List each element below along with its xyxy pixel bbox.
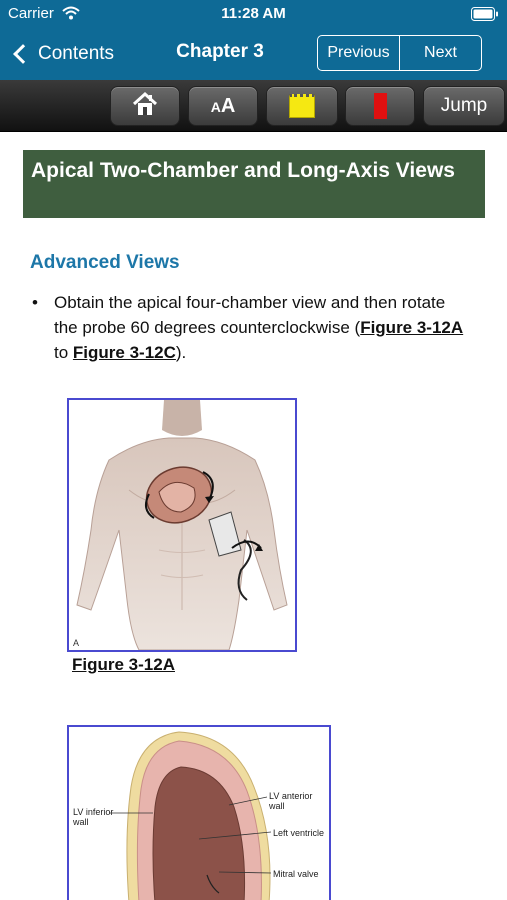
home-button[interactable] (110, 86, 180, 126)
figure-3-12c-link[interactable]: Figure 3-12C (73, 343, 176, 362)
back-button[interactable]: Contents (10, 38, 114, 70)
figure-3-12a-link[interactable]: Figure 3-12A (360, 318, 463, 337)
toolbar: AA Jump (0, 80, 507, 132)
yellow-note-icon (289, 94, 315, 118)
note-button[interactable] (266, 86, 338, 126)
bullet-text-mid: to (54, 343, 73, 362)
font-size-icon: AA (210, 94, 236, 117)
navigation-bar: Contents Chapter 3 Previous Next (0, 28, 507, 80)
figure-3-12a-caption[interactable]: Figure 3-12A (72, 655, 175, 675)
status-bar: Carrier 11:28 AM (0, 0, 507, 28)
figure-3-12a-image[interactable]: A (67, 398, 297, 652)
page-title: Chapter 3 (176, 41, 264, 62)
font-size-button[interactable]: AA (188, 86, 258, 126)
jump-button[interactable]: Jump (423, 86, 505, 126)
battery-icon (471, 7, 499, 25)
label-leader-lines (109, 796, 272, 874)
clock: 11:28 AM (221, 5, 286, 22)
back-label: Contents (38, 43, 115, 64)
home-icon (131, 90, 159, 123)
torso-illustration (76, 400, 288, 650)
section-title: Apical Two-Chamber and Long-Axis Views (23, 150, 485, 218)
bullet-text-after: ). (175, 343, 187, 362)
subheading: Advanced Views (30, 252, 180, 273)
list-item: • Obtain the apical four-chamber view an… (32, 290, 472, 365)
chevron-left-icon (13, 44, 33, 64)
previous-button[interactable]: Previous (318, 36, 399, 70)
red-bookmark-icon (373, 93, 387, 119)
figure-corner-label: A (73, 638, 80, 648)
next-button[interactable]: Next (399, 36, 481, 70)
figure-3-12b-image[interactable]: LV anterior wall LV inferior wall Left v… (67, 725, 331, 900)
previous-next-segmented-control: Previous Next (317, 35, 482, 71)
bullet-icon: • (32, 293, 38, 312)
bookmark-button[interactable] (345, 86, 415, 126)
